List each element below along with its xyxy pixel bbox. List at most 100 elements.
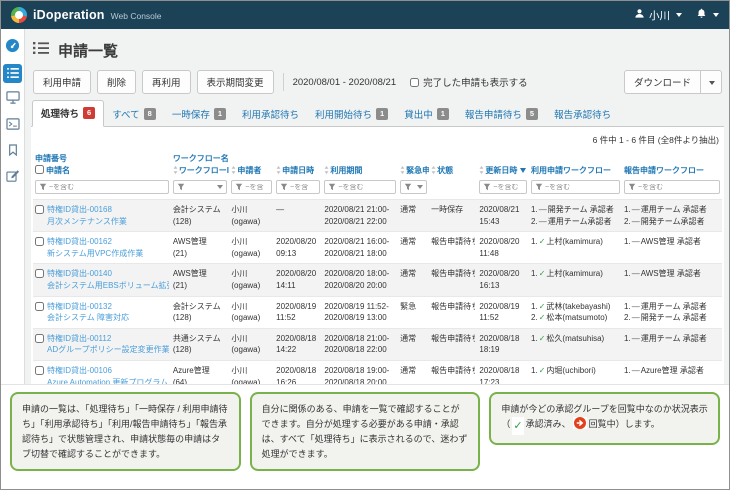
report-workflow-step: 1.—AWS管理 承認者	[624, 268, 720, 280]
cell-urgency: 通常	[398, 232, 429, 264]
applicant-name: 小川	[231, 301, 272, 313]
application-number-link[interactable]: 特権ID貸出-00162	[47, 236, 143, 248]
applicant-romaji: (ogawa)	[231, 312, 272, 324]
user-menu[interactable]: 小川	[634, 8, 682, 23]
row-checkbox[interactable]	[35, 269, 44, 278]
tab-usage-approval-waiting[interactable]: 利用承認待ち	[234, 102, 307, 127]
col-urgency[interactable]: 緊急申請	[398, 152, 429, 179]
col-applicant[interactable]: 申請者	[229, 152, 274, 179]
tab-label: 貸出中	[404, 107, 433, 121]
updated-date: 2020/08/18	[479, 365, 527, 377]
filter-report-wf-input[interactable]	[636, 184, 719, 191]
show-completed-checkbox[interactable]	[410, 78, 419, 87]
cell-status: 報告申請待ち	[429, 264, 477, 296]
filter-usage-wf-input[interactable]	[543, 184, 619, 191]
change-display-period-button[interactable]: 表示期間変更	[197, 70, 274, 94]
row-checkbox[interactable]	[35, 334, 44, 343]
filter-icon	[328, 178, 336, 196]
notifications-menu[interactable]	[696, 8, 719, 22]
cell-status: 報告申請待ち	[429, 328, 477, 360]
tab-pending[interactable]: 処理待ち6	[32, 100, 104, 127]
updated-date: 2020/08/21	[479, 204, 527, 216]
cell-urgency: 緊急	[398, 296, 429, 328]
delete-button[interactable]: 削除	[97, 70, 136, 94]
updated-date: 2020/08/18	[479, 333, 527, 345]
sort-desc-icon	[520, 168, 526, 173]
workflow-id: (128)	[173, 216, 228, 228]
sidebar-item-terminal[interactable]	[3, 116, 22, 135]
tab-report-approval-waiting[interactable]: 報告承認待ち	[546, 102, 619, 127]
cell-workflow: AWS管理(21)	[171, 232, 230, 264]
sidebar-item-list[interactable]	[3, 64, 22, 83]
col-applied[interactable]: 申請日時	[274, 152, 322, 179]
updated-time: 15:43	[479, 216, 527, 228]
filter-applicant-input[interactable]	[243, 184, 271, 191]
cell-status: 報告申請待ち	[429, 232, 477, 264]
application-name-link[interactable]: 会計システム 障害対応	[47, 312, 129, 324]
cell-updated: 2020/08/1818:19	[477, 328, 529, 360]
application-name-link[interactable]: 会計システム用EBSボリューム拡張...	[47, 280, 169, 292]
tab-label: 報告承認待ち	[554, 107, 611, 121]
sort-icon	[431, 166, 436, 176]
cell-period: 2020/08/18 19:00-2020/08/18 20:00	[322, 360, 398, 384]
sidebar-item-desktop[interactable]	[3, 90, 22, 109]
application-number-link[interactable]: 特権ID貸出-00106	[47, 365, 169, 377]
application-number-link[interactable]: 特権ID貸出-00112	[47, 333, 169, 345]
usage-apply-button[interactable]: 利用申請	[33, 70, 91, 94]
result-summary: 6 件中 1 - 6 件目 (全8件より抽出)	[33, 129, 722, 152]
select-all-checkbox[interactable]	[35, 165, 44, 174]
reuse-button[interactable]: 再利用	[142, 70, 191, 94]
tab-draft[interactable]: 一時保存1	[164, 102, 234, 127]
filter-urgency-select[interactable]	[400, 180, 427, 194]
usage-workflow-step: 2.✓松本(matsumoto)	[531, 312, 620, 324]
application-name-link[interactable]: 新システム用VPC作成作業	[47, 248, 143, 260]
tab-usage-start-waiting[interactable]: 利用開始待ち1	[307, 102, 396, 127]
application-number-link[interactable]: 特権ID貸出-00168	[47, 204, 127, 216]
filter-workflow-select[interactable]	[173, 180, 228, 194]
col-updated[interactable]: 更新日時	[477, 152, 529, 179]
list-icon	[33, 41, 49, 60]
filter-updated-input[interactable]	[491, 184, 526, 191]
status-value: 報告申請待ち	[431, 301, 475, 313]
user-icon	[634, 8, 645, 22]
download-button[interactable]: ダウンロード	[624, 70, 701, 94]
application-name-link[interactable]: Azure Automation 更新プログラム...	[47, 377, 169, 384]
tab-label: 報告申請待ち	[465, 107, 522, 121]
usage-workflow-step: 2.—運用チーム承認者	[531, 216, 620, 228]
filter-apply-number-input[interactable]	[47, 184, 168, 191]
application-number-link[interactable]: 特権ID貸出-00132	[47, 301, 129, 313]
col-status[interactable]: 状態	[429, 152, 477, 179]
row-checkbox[interactable]	[35, 302, 44, 311]
row-checkbox[interactable]	[35, 237, 44, 246]
tab-report-apply-waiting[interactable]: 報告申請待ち5	[457, 102, 546, 127]
application-name-link[interactable]: ADグループポリシー設定変更作業	[47, 344, 169, 356]
sidebar-item-bookmark[interactable]	[3, 142, 22, 161]
tab-lending[interactable]: 貸出中1	[396, 102, 457, 127]
application-number-link[interactable]: 特権ID貸出-00140	[47, 268, 169, 280]
updated-time: 11:48	[479, 248, 527, 260]
col-period[interactable]: 利用期間	[322, 152, 398, 179]
cell-status: 一時保存	[429, 200, 477, 232]
row-checkbox[interactable]	[35, 205, 44, 214]
cell-apply-number: 特権ID貸出-00140会計システム用EBSボリューム拡張...	[33, 264, 171, 296]
applied-time: 14:11	[276, 280, 320, 292]
application-name-link[interactable]: 月次メンテナンス作業	[47, 216, 127, 228]
workflow-name: 会計システム	[173, 301, 228, 313]
download-options-button[interactable]	[701, 70, 722, 94]
period-end: 2020/08/20 20:00	[324, 280, 396, 292]
tab-count-badge: 1	[214, 108, 226, 120]
sidebar-item-compose[interactable]	[3, 168, 22, 187]
filter-icon	[177, 178, 185, 196]
filter-period-input[interactable]	[336, 184, 395, 191]
filter-applied-input[interactable]	[288, 184, 319, 191]
pending-dash-icon: —	[632, 269, 640, 278]
row-checkbox[interactable]	[35, 366, 44, 375]
filter-icon	[280, 178, 288, 196]
dashboard-icon	[5, 38, 20, 58]
sidebar-item-dashboard[interactable]	[3, 38, 22, 57]
tab-all[interactable]: すべて8	[104, 102, 164, 127]
pending-dash-icon: —	[539, 205, 547, 214]
urgency-value: 緊急	[400, 301, 427, 313]
cell-report-workflow: 1.—AWS管理 承認者	[622, 264, 722, 296]
col-workflow[interactable]: ワークフロー名ワークフローID	[171, 152, 230, 179]
